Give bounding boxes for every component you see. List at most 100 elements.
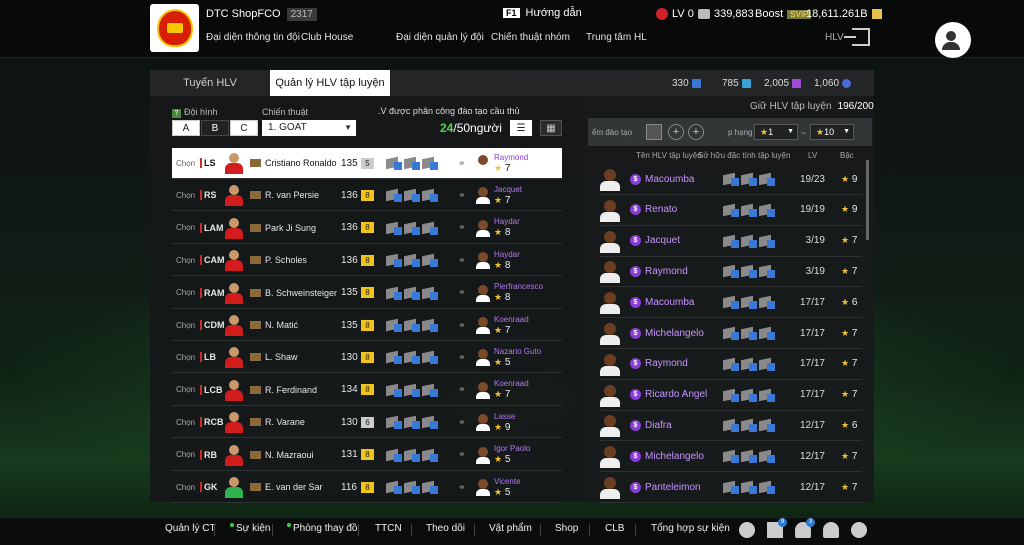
select-player-button[interactable]: Chọn: [176, 256, 200, 265]
profile-icon[interactable]: [935, 22, 971, 58]
bell-icon[interactable]: 3: [795, 518, 815, 538]
link-icon[interactable]: ⚭: [458, 384, 472, 395]
link-icon[interactable]: ⚭: [458, 287, 472, 298]
player-row[interactable]: Chọn CDM N. Matić 135 8 ⚭ Koenraad ★ 7: [172, 310, 562, 341]
bottom-nav-follow[interactable]: Theo dõi: [426, 523, 465, 534]
select-player-button[interactable]: Chọn: [176, 223, 200, 232]
formation-b-button[interactable]: B: [201, 120, 229, 136]
select-player-button[interactable]: Chọn: [176, 321, 200, 330]
link-icon[interactable]: ⚭: [458, 417, 472, 428]
player-row[interactable]: Chọn GK E. van der Sar 116 8 ⚭ Vicente ★ 5: [172, 472, 562, 503]
select-player-button[interactable]: Chọn: [176, 353, 200, 362]
add-filter-1-button[interactable]: +: [668, 124, 684, 140]
training-slots[interactable]: [386, 286, 454, 300]
link-icon[interactable]: ⚭: [458, 352, 472, 363]
assigned-coach[interactable]: Koenraad ★ 7: [494, 315, 529, 336]
grid-view-icon[interactable]: ▦: [540, 120, 562, 136]
select-player-button[interactable]: Chọn: [176, 288, 200, 297]
club-logo[interactable]: [150, 4, 199, 52]
link-icon[interactable]: ⚭: [458, 255, 472, 266]
training-slots[interactable]: [386, 221, 454, 235]
assigned-coach[interactable]: Raymond ★ 7: [494, 153, 528, 174]
select-player-button[interactable]: Chọn: [176, 159, 200, 168]
link-icon[interactable]: ⚭: [458, 449, 472, 460]
tab-recruit-coach[interactable]: Tuyển HLV: [150, 70, 270, 96]
bottom-nav-shop[interactable]: Shop: [555, 523, 578, 534]
nav-club-house[interactable]: Club House: [301, 32, 353, 43]
formation-c-button[interactable]: C: [230, 120, 258, 136]
player-row[interactable]: Chọn RAM B. Schweinsteiger 135 8 ⚭ Pierfrances…: [172, 278, 562, 309]
training-slots[interactable]: [386, 448, 454, 462]
tactic-select[interactable]: 1. GOAT: [262, 120, 356, 136]
select-player-button[interactable]: Chọn: [176, 191, 200, 200]
player-row[interactable]: Chọn RS R. van Persie 136 8 ⚭ Jacquet ★ 7: [172, 180, 562, 212]
list-view-icon[interactable]: ☰: [510, 120, 532, 136]
training-slots[interactable]: [386, 318, 454, 332]
chat-icon[interactable]: [739, 522, 755, 538]
assigned-coach[interactable]: Koenraad ★ 7: [494, 379, 529, 400]
training-type-icon[interactable]: [646, 124, 662, 140]
coach-row[interactable]: $ Jacquet 3/19 ★ 7: [600, 226, 862, 257]
bottom-nav-locker[interactable]: Phòng thay đồ: [287, 523, 358, 534]
player-row[interactable]: Chọn LCB R. Ferdinand 134 8 ⚭ Koenraad ★ 7: [172, 375, 562, 406]
nav-team-tactics[interactable]: Chiến thuật nhóm: [491, 32, 570, 43]
select-player-button[interactable]: Chọn: [176, 450, 200, 459]
training-slots[interactable]: [386, 156, 454, 170]
coach-row[interactable]: $ Ricardo Angel 17/17 ★ 7: [600, 380, 862, 411]
bottom-nav-ttcn[interactable]: TTCN: [375, 523, 402, 534]
coach-row[interactable]: $ Raymond 17/17 ★ 7: [600, 349, 862, 380]
assigned-coach[interactable]: Haydar ★ 8: [494, 250, 520, 271]
link-icon[interactable]: ⚭: [458, 222, 472, 233]
bottom-nav-squad[interactable]: Quản lý CT: [165, 523, 216, 534]
coach-row[interactable]: $ Raymond 3/19 ★ 7: [600, 256, 862, 288]
lv-min-select[interactable]: ★1 ▼: [754, 124, 798, 140]
player-row[interactable]: Chọn RB N. Mazraoui 131 8 ⚭ Igor Paolo ★ 5: [172, 440, 562, 471]
nav-team-manager[interactable]: Đại diện quản lý đội: [396, 32, 484, 43]
player-row[interactable]: Chọn CAM P. Scholes 136 8 ⚭ Haydar ★ 8: [172, 245, 562, 277]
training-slots[interactable]: [386, 253, 454, 268]
player-row[interactable]: Chọn RCB R. Varane 130 6 ⚭ Lasse ★ 9: [172, 407, 562, 439]
add-filter-2-button[interactable]: +: [688, 124, 704, 140]
training-slots[interactable]: [386, 415, 454, 430]
player-row[interactable]: Chọn LS Cristiano Ronaldo 135 5 ⚭ Raymond ★ 7: [172, 148, 562, 179]
coach-row[interactable]: $ Michelangelo 12/17 ★ 7: [600, 441, 862, 473]
guide-button[interactable]: F1 Hướng dẫn: [503, 7, 582, 19]
settings-gear-icon[interactable]: [851, 522, 867, 538]
assigned-coach[interactable]: Jacquet ★ 7: [494, 185, 522, 206]
note-icon[interactable]: 9: [767, 518, 787, 538]
lv-max-select[interactable]: ★10 ▼: [810, 124, 854, 140]
coach-row[interactable]: $ Diafra 12/17 ★ 6: [600, 410, 862, 442]
link-icon[interactable]: ⚭: [458, 158, 472, 169]
select-player-button[interactable]: Chọn: [176, 483, 200, 492]
bottom-nav-club[interactable]: CLB: [605, 523, 624, 534]
bottom-nav-items[interactable]: Vật phẩm: [489, 523, 532, 534]
link-icon[interactable]: ⚭: [458, 320, 472, 331]
coach-scrollbar[interactable]: [866, 160, 869, 240]
bottom-nav-event-summary[interactable]: Tổng hợp sự kiện: [651, 523, 730, 534]
training-slots[interactable]: [386, 188, 454, 203]
nav-training-center[interactable]: Trung tâm HL: [586, 32, 647, 43]
tab-manage-coach[interactable]: Quản lý HLV tập luyện: [270, 70, 390, 96]
exit-icon[interactable]: [844, 28, 870, 46]
assigned-coach[interactable]: Nazario Guto ★ 5: [494, 347, 541, 368]
training-slots[interactable]: [386, 480, 454, 494]
assigned-coach[interactable]: Pierfrancesco ★ 8: [494, 282, 543, 303]
player-row[interactable]: Chọn LB L. Shaw 130 8 ⚭ Nazario Guto ★ 5: [172, 342, 562, 374]
friends-icon[interactable]: [823, 522, 839, 538]
coach-row[interactable]: $ Renato 19/19 ★ 9: [600, 195, 862, 226]
nav-team-info[interactable]: Đại diện thông tin đội: [206, 32, 300, 43]
assigned-coach[interactable]: Igor Paolo ★ 5: [494, 444, 530, 465]
formation-a-button[interactable]: A: [172, 120, 200, 136]
training-slots[interactable]: [386, 350, 454, 365]
link-icon[interactable]: ⚭: [458, 482, 472, 493]
assigned-coach[interactable]: Vicente ★ 5: [494, 477, 521, 498]
coach-row[interactable]: $ Macoumba 17/17 ★ 6: [600, 287, 862, 319]
coach-row[interactable]: $ Panteleimon 12/17 ★ 7: [600, 472, 862, 503]
bottom-nav-events[interactable]: Sự kiện: [230, 523, 271, 534]
link-icon[interactable]: ⚭: [458, 190, 472, 201]
select-player-button[interactable]: Chọn: [176, 385, 200, 394]
coach-row[interactable]: $ Macoumba 19/23 ★ 9: [600, 164, 862, 195]
training-slots[interactable]: [386, 383, 454, 397]
assigned-coach[interactable]: Haydar ★ 8: [494, 217, 520, 238]
boost-stat[interactable]: Boost SVIP: [755, 8, 812, 20]
